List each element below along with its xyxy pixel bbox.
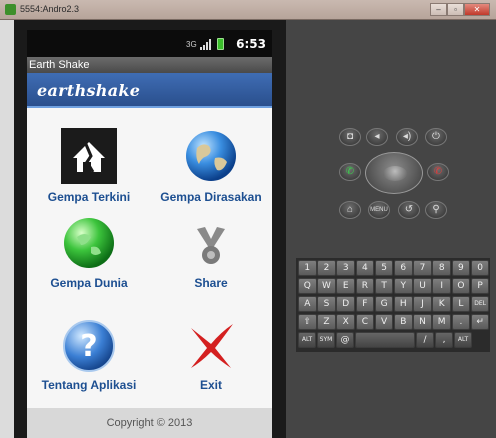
key-6[interactable]: 6: [394, 260, 413, 276]
broken-house-icon: [61, 128, 117, 184]
key-⇧[interactable]: ⇧: [298, 314, 317, 330]
key-C[interactable]: C: [355, 314, 375, 330]
menu-button[interactable]: MENU: [368, 201, 390, 219]
volume-down-button[interactable]: ◂: [366, 128, 388, 146]
call-icon[interactable]: ✆: [339, 163, 361, 181]
menu-label: Gempa Terkini: [47, 190, 131, 204]
key-O[interactable]: O: [451, 278, 471, 294]
key-2[interactable]: 2: [317, 260, 336, 276]
menu-item-gempa-terkini[interactable]: Gempa Terkini: [29, 110, 149, 205]
dpad-center-button[interactable]: [383, 166, 407, 181]
app-title-bar: Earth Shake: [27, 57, 272, 73]
menu-label: Gempa Dirasakan: [160, 190, 262, 204]
key-ALT[interactable]: ALT: [298, 332, 316, 348]
key-4[interactable]: 4: [355, 260, 375, 276]
menu-grid: Gempa Terkini Gempa Dirasakan Gempa Duni…: [27, 110, 272, 410]
menu-item-gempa-dunia[interactable]: Gempa Dunia: [29, 210, 149, 305]
menu-label: Gempa Dunia: [50, 276, 128, 290]
key-Y[interactable]: Y: [394, 278, 413, 294]
close-button[interactable]: ✕: [464, 3, 490, 16]
key-M[interactable]: M: [432, 314, 451, 330]
search-icon[interactable]: ⚲: [425, 201, 447, 219]
key-DEL[interactable]: DEL: [470, 296, 490, 312]
key-B[interactable]: B: [394, 314, 413, 330]
data-connection-icon: 3G: [186, 40, 197, 49]
key-T[interactable]: T: [374, 278, 394, 294]
key-L[interactable]: L: [451, 296, 471, 312]
key-ALT[interactable]: ALT: [454, 332, 472, 348]
window-title: 5554:Andro2.3: [20, 4, 80, 14]
hardware-keyboard: 1 2 3 4 5 6 7 8 9 0 Q W E R T Y U I O P A S D F G H J K L DEL ⇧ Z X C V B N M…: [296, 258, 490, 352]
key-F[interactable]: F: [355, 296, 375, 312]
signal-icon: [200, 39, 211, 50]
key-9[interactable]: 9: [451, 260, 471, 276]
key-U[interactable]: U: [413, 278, 432, 294]
key-R[interactable]: R: [355, 278, 375, 294]
maximize-button[interactable]: ▫: [447, 3, 464, 16]
menu-item-share[interactable]: Share: [151, 210, 271, 305]
key-0[interactable]: 0: [470, 260, 490, 276]
key-J[interactable]: J: [413, 296, 432, 312]
key-P[interactable]: P: [470, 278, 490, 294]
key-/[interactable]: /: [416, 332, 434, 348]
dpad[interactable]: [365, 152, 423, 194]
key-3[interactable]: 3: [336, 260, 355, 276]
camera-button[interactable]: ◘: [339, 128, 361, 146]
volume-up-button[interactable]: ◂): [396, 128, 418, 146]
key-V[interactable]: V: [374, 314, 394, 330]
key-A[interactable]: A: [298, 296, 317, 312]
menu-item-tentang-aplikasi[interactable]: ? Tentang Aplikasi: [29, 310, 149, 405]
key-D[interactable]: D: [336, 296, 355, 312]
menu-label: Tentang Aplikasi: [41, 378, 137, 392]
key-S[interactable]: S: [317, 296, 336, 312]
status-bar: 3G 6:53: [27, 30, 272, 57]
key-E[interactable]: E: [336, 278, 355, 294]
window-titlebar: 5554:Andro2.3 – ▫ ✕: [0, 0, 496, 20]
key-W[interactable]: W: [317, 278, 336, 294]
key-.[interactable]: .: [451, 314, 471, 330]
key-Q[interactable]: Q: [298, 278, 317, 294]
key-N[interactable]: N: [413, 314, 432, 330]
key-SYM[interactable]: SYM: [317, 332, 335, 348]
home-icon[interactable]: ⌂: [339, 201, 361, 219]
help-icon: ?: [61, 318, 117, 374]
key-H[interactable]: H: [394, 296, 413, 312]
menu-label: Share: [194, 276, 228, 290]
key-I[interactable]: I: [432, 278, 451, 294]
key-X[interactable]: X: [336, 314, 355, 330]
power-button[interactable]: ⏻: [425, 128, 447, 146]
key-space[interactable]: [355, 332, 415, 348]
key-8[interactable]: 8: [432, 260, 451, 276]
desktop-edge: [0, 20, 14, 438]
end-call-icon[interactable]: ✆: [427, 163, 449, 181]
app-header: earthshake: [27, 73, 272, 108]
key-7[interactable]: 7: [413, 260, 432, 276]
key-Z[interactable]: Z: [317, 314, 336, 330]
clock: 6:53: [236, 37, 266, 51]
key-,[interactable]: ,: [435, 332, 453, 348]
svg-text:?: ?: [80, 329, 97, 364]
globe-icon: [183, 128, 239, 184]
minimize-button[interactable]: –: [430, 3, 447, 16]
device-screen: 3G 6:53 Earth Shake earthshake Gempa Ter…: [27, 30, 272, 438]
battery-icon: [217, 38, 224, 50]
key-↵[interactable]: ↵: [470, 314, 490, 330]
back-icon[interactable]: ↺: [398, 201, 420, 219]
emulator-app-icon: [5, 4, 16, 15]
key-G[interactable]: G: [374, 296, 394, 312]
green-globe-icon: [61, 215, 117, 271]
menu-item-gempa-dirasakan[interactable]: Gempa Dirasakan: [151, 110, 271, 205]
menu-item-exit[interactable]: Exit: [151, 310, 271, 405]
key-K[interactable]: K: [432, 296, 451, 312]
footer-copyright: Copyright © 2013: [27, 408, 272, 438]
key-5[interactable]: 5: [374, 260, 394, 276]
red-x-icon: [183, 318, 239, 374]
menu-label: Exit: [199, 378, 222, 392]
key-@[interactable]: @: [336, 332, 354, 348]
share-icon: [183, 215, 239, 271]
key-1[interactable]: 1: [298, 260, 317, 276]
app-logo: earthshake: [37, 81, 141, 100]
